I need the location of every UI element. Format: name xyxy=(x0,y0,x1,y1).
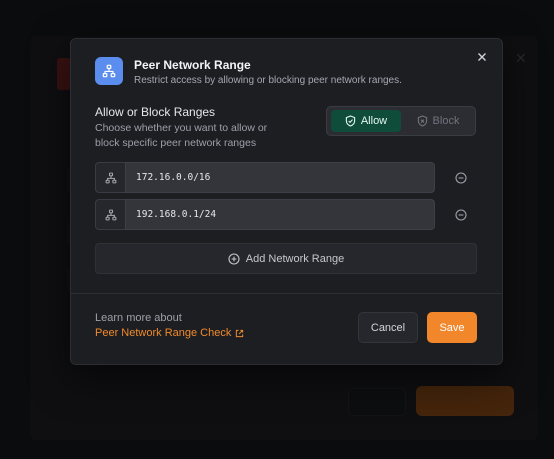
learn-more-text: Learn more about xyxy=(95,312,182,324)
network-icon xyxy=(95,162,125,193)
allow-option[interactable]: Allow xyxy=(331,110,401,132)
network-range-row: 172.16.0.0/16 xyxy=(95,162,435,193)
add-network-range-label: Add Network Range xyxy=(245,252,345,265)
modal-header: Peer Network Range Restrict access by al… xyxy=(95,57,402,86)
close-icon xyxy=(478,53,486,61)
mode-section-description: Choose whether you want to allow or bloc… xyxy=(95,122,268,149)
peer-network-range-modal: Peer Network Range Restrict access by al… xyxy=(70,38,503,365)
learn-more-link[interactable]: Peer Network Range Check xyxy=(95,327,244,339)
remove-range-button[interactable] xyxy=(453,170,469,186)
network-icon xyxy=(95,199,125,230)
network-range-row: 192.168.0.1/24 xyxy=(95,199,435,230)
add-network-range-button[interactable]: Add Network Range xyxy=(95,243,477,274)
save-button[interactable]: Save xyxy=(427,312,477,343)
remove-range-button[interactable] xyxy=(453,207,469,223)
external-link-icon xyxy=(236,329,244,337)
minus-circle-icon xyxy=(455,209,467,221)
shield-check-icon xyxy=(345,115,356,127)
close-button[interactable] xyxy=(474,49,490,65)
mode-section-title: Allow or Block Ranges xyxy=(95,105,216,119)
footer-divider xyxy=(71,293,502,294)
learn-more-link-label: Peer Network Range Check xyxy=(95,327,232,339)
plus-circle-icon xyxy=(228,252,240,265)
allow-option-label: Allow xyxy=(360,115,388,127)
block-option[interactable]: Block xyxy=(405,110,471,132)
minus-circle-icon xyxy=(455,172,467,184)
shield-x-icon xyxy=(417,115,427,127)
modal-title: Peer Network Range xyxy=(134,58,251,72)
allow-block-toggle: Allow Block xyxy=(326,106,476,136)
network-range-input[interactable]: 172.16.0.0/16 xyxy=(125,162,435,193)
cancel-button[interactable]: Cancel xyxy=(358,312,418,343)
network-range-input[interactable]: 192.168.0.1/24 xyxy=(125,199,435,230)
modal-subtitle: Restrict access by allowing or blocking … xyxy=(134,75,402,86)
block-option-label: Block xyxy=(432,115,460,127)
network-icon xyxy=(95,57,123,85)
